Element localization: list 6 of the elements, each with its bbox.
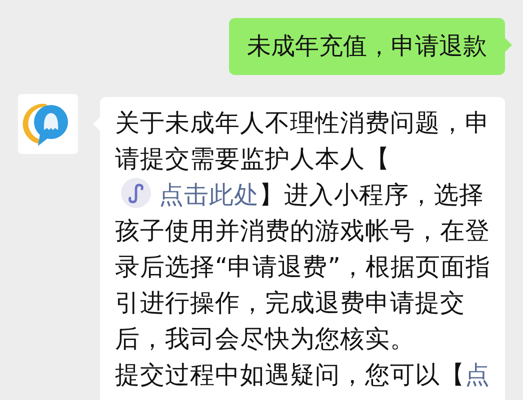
received-message-bubble: 关于未成年人不理性消费问题，申请提交需要监护人本人【 点击此处】进入小程序，选择孩子使用并消费的游戏帐号，在登录后选择“申请退费”，根据页面指引进行操作，完成退费申请提交后，我司会尽快为您核实。 提交过程中如遇疑问，您可以【点 bbox=[100, 97, 505, 400]
avatar-icon[interactable] bbox=[18, 94, 78, 154]
link[interactable]: 点 bbox=[465, 360, 490, 389]
link[interactable]: 点击此处 bbox=[115, 180, 259, 209]
bubble-tail bbox=[505, 38, 512, 52]
sent-message-bubble: 未成年充值，申请退款 bbox=[229, 18, 505, 75]
